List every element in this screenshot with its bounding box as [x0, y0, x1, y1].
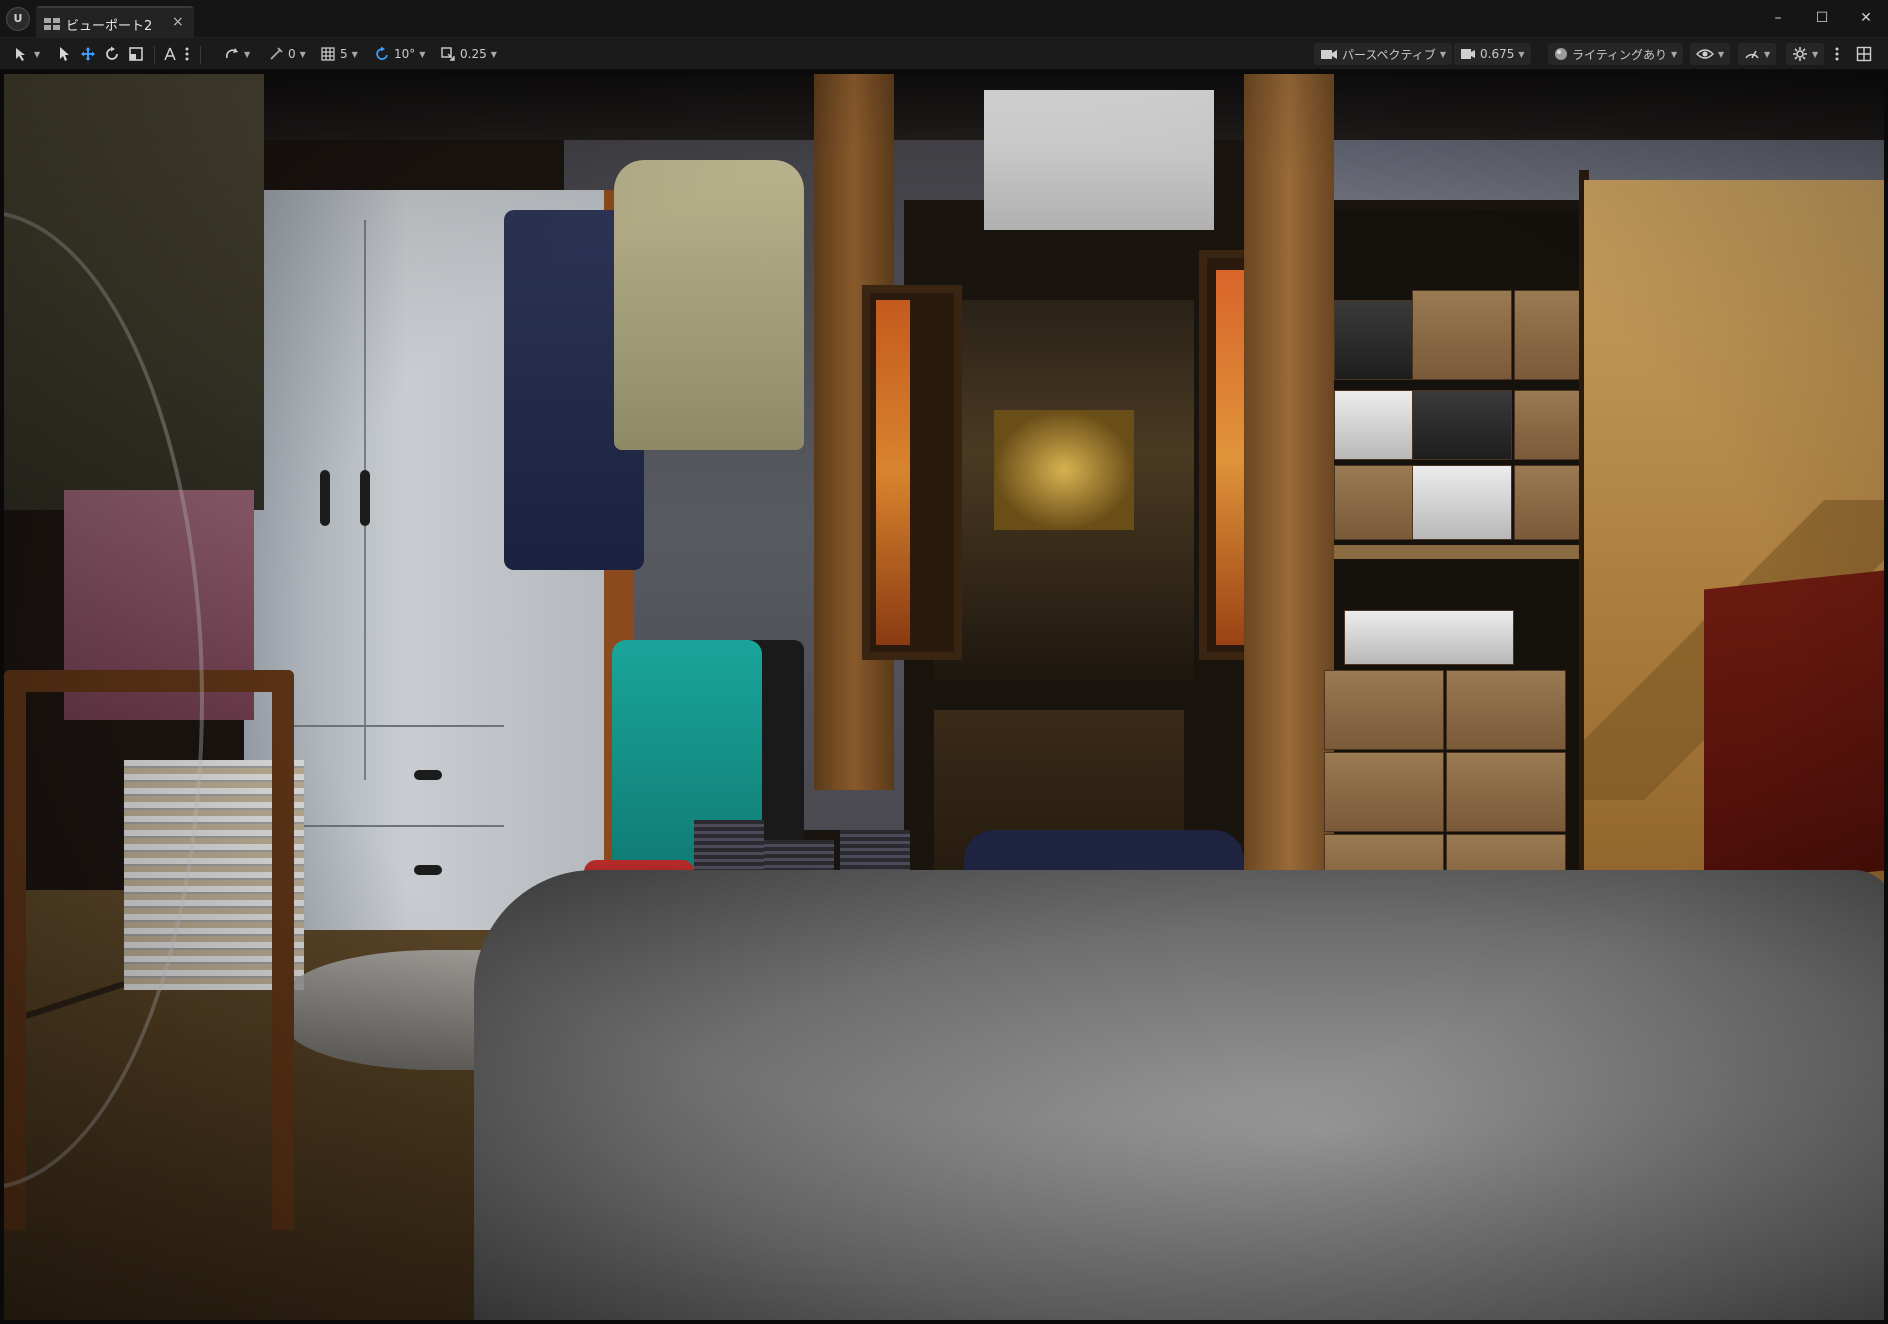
layout-grid-icon	[1856, 46, 1872, 62]
viewport-toolbar: ▼ ▼ 0 ▼ 5 ▼ 10° ▼ 0.25 ▼ パースペクティブ ▼ 0.67…	[0, 38, 1888, 70]
coordinate-space-icon	[224, 46, 240, 62]
viewport-tab-icon	[44, 18, 60, 30]
select-mode-dropdown[interactable]: ▼	[14, 43, 40, 65]
lighting-sphere-icon	[1554, 47, 1568, 61]
rotate-icon	[104, 46, 120, 62]
viewport-layout-button[interactable]	[1856, 43, 1872, 65]
rotation-snap-icon	[268, 46, 284, 62]
grid-snap-value: 5	[340, 47, 348, 61]
show-flags-dropdown[interactable]: ▼	[1690, 43, 1731, 65]
chevron-down-icon: ▼	[34, 49, 41, 59]
toolbar-separator	[200, 46, 201, 64]
view-mode-label: パースペクティブ	[1342, 47, 1436, 62]
chevron-down-icon: ▼	[244, 49, 251, 59]
chevron-down-icon: ▼	[1764, 49, 1771, 59]
chevron-down-icon: ▼	[419, 49, 426, 59]
chevron-down-icon: ▼	[1439, 49, 1446, 59]
lighting-mode-dropdown[interactable]: ライティングあり ▼	[1548, 43, 1684, 65]
rotation-snap-value: 0	[288, 47, 296, 61]
view-mode-dropdown[interactable]: パースペクティブ ▼	[1314, 43, 1452, 65]
chevron-down-icon: ▼	[351, 49, 358, 59]
tab-viewport2[interactable]: ビューポート2 ×	[36, 6, 194, 38]
translate-tool-button[interactable]	[80, 43, 96, 65]
scale-snap-control[interactable]: 0.25 ▼	[440, 43, 497, 65]
chevron-down-icon: ▼	[1671, 49, 1678, 59]
chevron-down-icon: ▼	[299, 49, 306, 59]
viewport-vignette	[4, 70, 1884, 1320]
level-viewport[interactable]	[4, 70, 1884, 1320]
scale-snap-value: 0.25	[460, 47, 487, 61]
angle-snap-value: 10°	[394, 47, 416, 61]
chevron-down-icon: ▼	[1518, 49, 1525, 59]
camera-speed-icon	[1460, 47, 1476, 61]
camera-speed-dropdown[interactable]: 0.675 ▼	[1454, 43, 1531, 65]
angle-snap-control[interactable]: 10° ▼	[374, 43, 425, 65]
rotate-tool-button[interactable]	[104, 43, 120, 65]
maximize-button[interactable]: ☐	[1808, 6, 1836, 30]
chevron-down-icon: ▼	[1812, 49, 1819, 59]
scale-icon	[128, 46, 144, 62]
close-window-button[interactable]: ✕	[1852, 6, 1880, 30]
toolbar-separator	[154, 46, 155, 64]
lighting-mode-label: ライティングあり	[1572, 47, 1668, 62]
more-options-button[interactable]	[184, 43, 190, 65]
grid-snap-control[interactable]: 5 ▼	[320, 43, 358, 65]
scale-tool-button[interactable]	[128, 43, 144, 65]
surface-snap-button[interactable]	[162, 43, 178, 65]
performance-dropdown[interactable]: ▼	[1738, 43, 1777, 65]
chevron-down-icon: ▼	[490, 49, 497, 59]
select-mode-icon	[14, 46, 30, 62]
more-vertical-icon	[184, 46, 190, 62]
select-tool-button[interactable]	[58, 43, 72, 65]
tab-close-button[interactable]: ×	[172, 14, 184, 30]
more-vertical-icon	[1834, 46, 1840, 62]
title-bar: U ビューポート2 × – ☐ ✕	[0, 0, 1888, 38]
minimize-button[interactable]: –	[1764, 6, 1792, 30]
unreal-logo[interactable]: U	[6, 7, 30, 31]
gear-icon	[1792, 46, 1808, 62]
camera-speed-value: 0.675	[1480, 47, 1515, 61]
angle-snap-icon	[374, 46, 390, 62]
coordinate-space-dropdown[interactable]: ▼	[224, 43, 250, 65]
tab-label: ビューポート2	[66, 19, 153, 34]
move-icon	[80, 46, 96, 62]
grid-snap-icon	[320, 46, 336, 62]
performance-icon	[1744, 46, 1760, 62]
viewport-settings-dropdown[interactable]: ▼	[1786, 43, 1825, 65]
chevron-down-icon: ▼	[1718, 49, 1725, 59]
cursor-icon	[58, 46, 72, 62]
viewport-options-button[interactable]	[1834, 43, 1840, 65]
eye-icon	[1696, 48, 1714, 60]
scale-snap-icon	[440, 46, 456, 62]
rotation-snap-control[interactable]: 0 ▼	[268, 43, 306, 65]
camera-icon	[1320, 47, 1338, 61]
surface-snap-icon	[162, 46, 178, 62]
